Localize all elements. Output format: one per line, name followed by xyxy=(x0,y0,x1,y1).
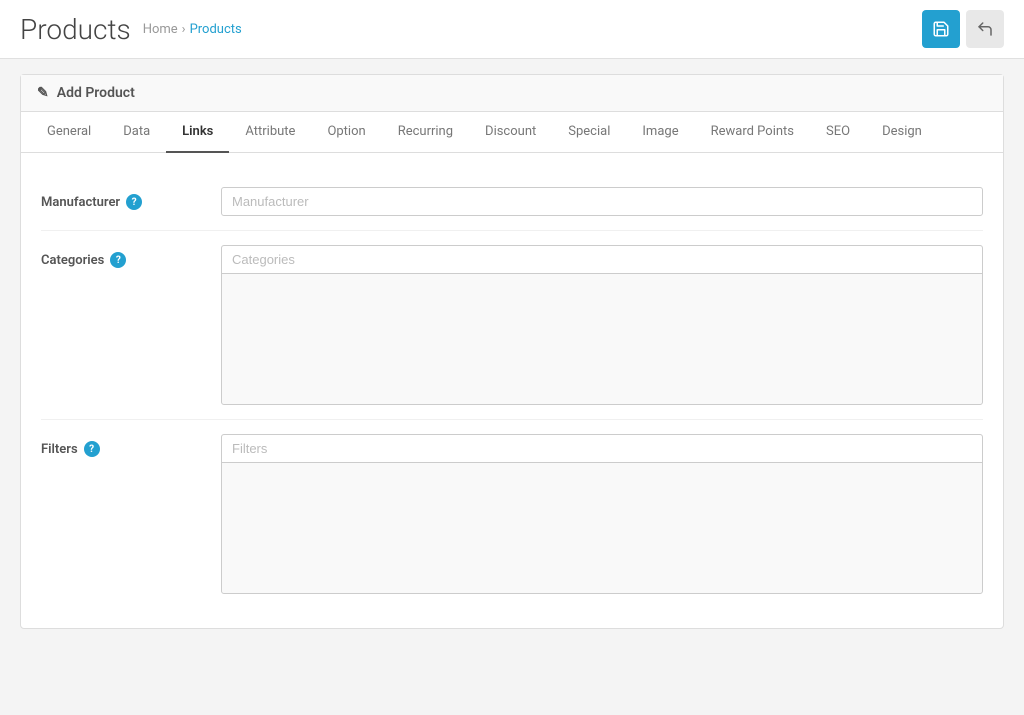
tab-seo[interactable]: SEO xyxy=(810,112,866,153)
tab-image[interactable]: Image xyxy=(626,112,694,153)
categories-autocomplete-box xyxy=(221,245,983,405)
tab-general[interactable]: General xyxy=(31,112,107,153)
back-button[interactable] xyxy=(966,10,1004,48)
card-header-label: Add Product xyxy=(57,85,135,101)
tab-content-links: Manufacturer ? Categories ? xyxy=(21,153,1003,628)
back-icon xyxy=(976,20,994,38)
page-header: Products Home › Products xyxy=(0,0,1024,59)
tab-discount[interactable]: Discount xyxy=(469,112,552,153)
tab-data[interactable]: Data xyxy=(107,112,166,153)
filters-label: Filters ? xyxy=(41,434,221,457)
tab-option[interactable]: Option xyxy=(311,112,381,153)
categories-label: Categories ? xyxy=(41,245,221,268)
form-row-categories: Categories ? xyxy=(41,231,983,420)
filters-help-icon[interactable]: ? xyxy=(84,441,100,457)
tab-attribute[interactable]: Attribute xyxy=(229,112,311,153)
filters-input[interactable] xyxy=(222,435,982,463)
categories-list xyxy=(222,274,982,404)
manufacturer-field xyxy=(221,187,983,216)
tab-design[interactable]: Design xyxy=(866,112,938,153)
tab-links[interactable]: Links xyxy=(166,112,229,153)
filters-field xyxy=(221,434,983,594)
header-buttons xyxy=(922,10,1004,48)
breadcrumb-home: Home xyxy=(143,22,178,37)
categories-field xyxy=(221,245,983,405)
categories-input[interactable] xyxy=(222,246,982,274)
tab-special[interactable]: Special xyxy=(552,112,626,153)
save-icon xyxy=(932,20,950,38)
tabs-container: GeneralDataLinksAttributeOptionRecurring… xyxy=(21,112,1003,153)
card-header: ✎ Add Product xyxy=(21,75,1003,112)
form-row-filters: Filters ? xyxy=(41,420,983,608)
form-row-manufacturer: Manufacturer ? xyxy=(41,173,983,231)
filters-list xyxy=(222,463,982,593)
header-left: Products Home › Products xyxy=(20,13,242,46)
breadcrumb-separator: › xyxy=(182,22,186,37)
product-card: ✎ Add Product GeneralDataLinksAttributeO… xyxy=(20,74,1004,629)
filters-autocomplete-box xyxy=(221,434,983,594)
manufacturer-help-icon[interactable]: ? xyxy=(126,194,142,210)
breadcrumb-current[interactable]: Products xyxy=(190,22,242,37)
manufacturer-label: Manufacturer ? xyxy=(41,187,221,210)
save-button[interactable] xyxy=(922,10,960,48)
categories-help-icon[interactable]: ? xyxy=(110,252,126,268)
pencil-icon: ✎ xyxy=(37,85,49,101)
breadcrumb: Home › Products xyxy=(143,22,242,37)
page-title: Products xyxy=(20,13,131,46)
tab-recurring[interactable]: Recurring xyxy=(382,112,469,153)
main-content: ✎ Add Product GeneralDataLinksAttributeO… xyxy=(0,59,1024,659)
tab-reward-points[interactable]: Reward Points xyxy=(695,112,810,153)
manufacturer-input[interactable] xyxy=(221,187,983,216)
